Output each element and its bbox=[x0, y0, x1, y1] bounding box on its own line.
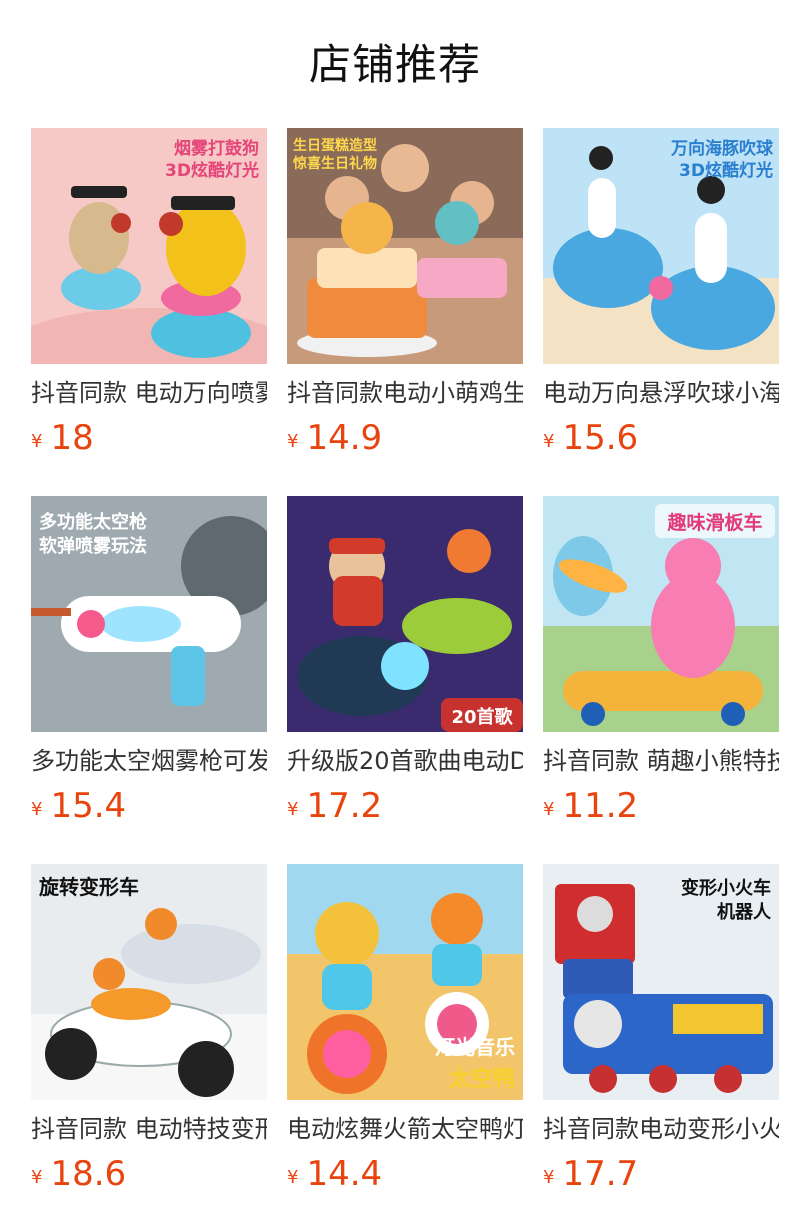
price-value: 17.7 bbox=[562, 1154, 639, 1194]
currency-symbol: ¥ bbox=[543, 431, 555, 452]
svg-text:机器人: 机器人 bbox=[717, 902, 772, 923]
product-price: ¥11.2 bbox=[543, 786, 638, 826]
svg-text:惊喜生日礼物: 惊喜生日礼物 bbox=[292, 155, 377, 172]
product-price: ¥15.4 bbox=[31, 786, 126, 826]
currency-symbol: ¥ bbox=[287, 1167, 299, 1188]
currency-symbol: ¥ bbox=[287, 799, 299, 820]
product-image[interactable]: 20首歌 bbox=[287, 496, 523, 732]
product-price: ¥14.4 bbox=[287, 1154, 382, 1194]
product-name[interactable]: 抖音同款 电动万向喷雾打鼓狗3D炫酷灯光 bbox=[31, 376, 267, 410]
currency-symbol: ¥ bbox=[31, 431, 43, 452]
svg-text:20首歌: 20首歌 bbox=[451, 706, 513, 728]
product-price: ¥14.9 bbox=[287, 418, 382, 458]
svg-text:软弹喷雾玩法: 软弹喷雾玩法 bbox=[39, 535, 147, 557]
product-image[interactable]: 旋转变形车 bbox=[31, 864, 267, 1100]
svg-text:太空鸭: 太空鸭 bbox=[449, 1066, 515, 1092]
price-value: 11.2 bbox=[562, 786, 639, 826]
svg-text:3D炫酷灯光: 3D炫酷灯光 bbox=[165, 160, 259, 181]
product-price: ¥15.6 bbox=[543, 418, 638, 458]
currency-symbol: ¥ bbox=[31, 799, 43, 820]
svg-text:变形小火车: 变形小火车 bbox=[681, 877, 771, 899]
product-price: ¥18.6 bbox=[31, 1154, 126, 1194]
product-image[interactable]: 趣味滑板车 bbox=[543, 496, 779, 732]
svg-text:万向海豚吹球: 万向海豚吹球 bbox=[670, 138, 774, 159]
product-image[interactable]: 烟雾打鼓狗 3D炫酷灯光 bbox=[31, 128, 267, 364]
price-value: 15.6 bbox=[562, 418, 639, 458]
currency-symbol: ¥ bbox=[543, 799, 555, 820]
product-image[interactable]: 变形小火车 机器人 bbox=[543, 864, 779, 1100]
price-value: 14.4 bbox=[306, 1154, 383, 1194]
price-value: 14.9 bbox=[306, 418, 383, 458]
currency-symbol: ¥ bbox=[543, 1167, 555, 1188]
svg-text:烟雾打鼓狗: 烟雾打鼓狗 bbox=[174, 138, 259, 159]
price-value: 18.6 bbox=[50, 1154, 127, 1194]
product-image[interactable]: 灯光音乐 太空鸭 bbox=[287, 864, 523, 1100]
price-value: 15.4 bbox=[50, 786, 127, 826]
product-name[interactable]: 抖音同款 电动特技变形旋转摩托车 bbox=[31, 1112, 267, 1146]
currency-symbol: ¥ bbox=[287, 431, 299, 452]
product-price: ¥17.7 bbox=[543, 1154, 638, 1194]
product-name[interactable]: 多功能太空烟雾枪可发射软弹 bbox=[31, 744, 267, 778]
product-price: ¥17.2 bbox=[287, 786, 382, 826]
svg-text:灯光音乐: 灯光音乐 bbox=[435, 1035, 515, 1059]
product-image[interactable]: 万向海豚吹球 3D炫酷灯光 bbox=[543, 128, 779, 364]
price-value: 17.2 bbox=[306, 786, 383, 826]
svg-text:趣味滑板车: 趣味滑板车 bbox=[666, 511, 762, 534]
currency-symbol: ¥ bbox=[31, 1167, 43, 1188]
product-name[interactable]: 升级版20首歌曲电动DJ音乐车 bbox=[287, 744, 523, 778]
product-name[interactable]: 电动炫舞火箭太空鸭灯光音乐 bbox=[287, 1112, 523, 1146]
svg-text:生日蛋糕造型: 生日蛋糕造型 bbox=[293, 137, 377, 154]
product-price: ¥18 bbox=[31, 418, 94, 458]
section-title: 店铺推荐 bbox=[308, 40, 481, 89]
product-name[interactable]: 抖音同款 萌趣小熊特技滑板车 bbox=[543, 744, 779, 778]
price-value: 18 bbox=[50, 418, 94, 458]
product-name[interactable]: 抖音同款电动变形小火车机器人 bbox=[543, 1112, 779, 1146]
product-name[interactable]: 抖音同款电动小萌鸡生日蛋糕造型 bbox=[287, 376, 523, 410]
svg-text:多功能太空枪: 多功能太空枪 bbox=[39, 511, 147, 533]
svg-text:3D炫酷灯光: 3D炫酷灯光 bbox=[679, 160, 773, 181]
svg-text:旋转变形车: 旋转变形车 bbox=[38, 875, 139, 899]
product-name[interactable]: 电动万向悬浮吹球小海豚 bbox=[543, 376, 779, 410]
product-image[interactable]: 多功能太空枪 软弹喷雾玩法 bbox=[31, 496, 267, 732]
product-image[interactable]: 生日蛋糕造型 惊喜生日礼物 bbox=[287, 128, 523, 364]
